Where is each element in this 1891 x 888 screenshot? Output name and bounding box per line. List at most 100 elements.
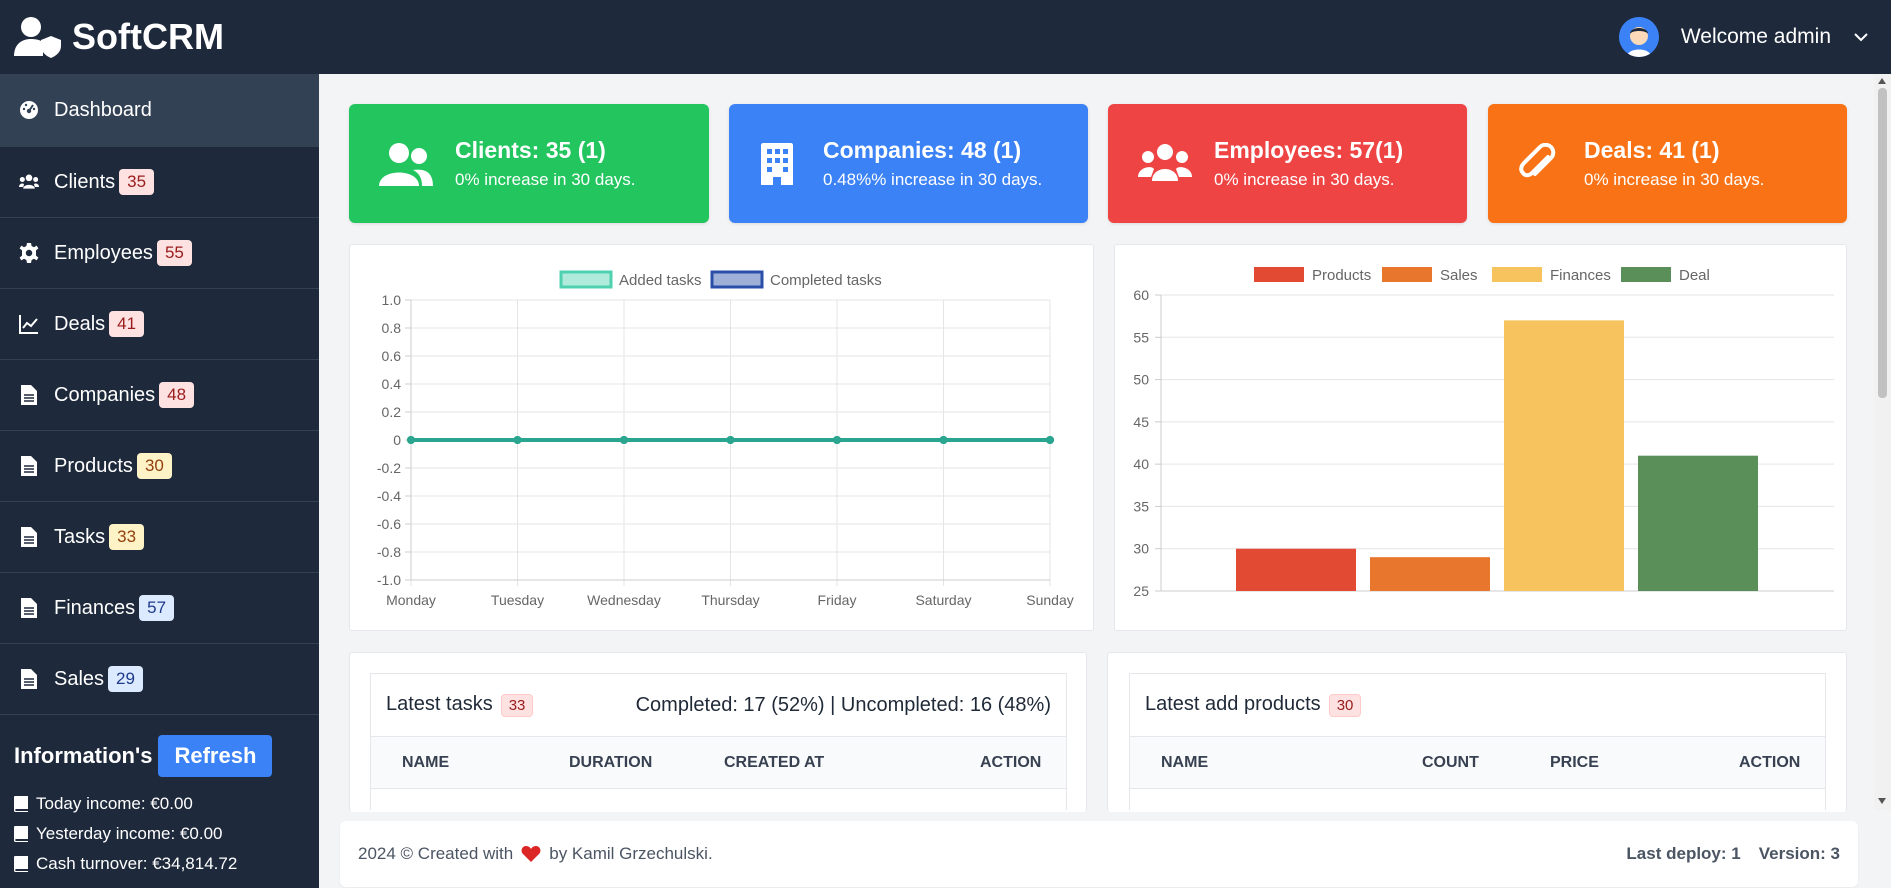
- x-tick-label: Monday: [386, 592, 436, 608]
- column-name[interactable]: NAME: [1161, 754, 1208, 772]
- sidebar-item-label: Deals: [54, 312, 106, 335]
- legend-swatch: [559, 270, 613, 289]
- column-action[interactable]: ACTION: [1739, 754, 1800, 772]
- sidebar-item-tasks[interactable]: Tasks 33: [0, 502, 319, 573]
- user-menu[interactable]: Welcome admin: [1618, 17, 1877, 57]
- employees-card[interactable]: Employees: 57(1) 0% increase in 30 days.: [1108, 104, 1467, 223]
- y-tick-label: -0.6: [377, 516, 401, 532]
- y-tick-label: -0.8: [377, 544, 401, 560]
- users-icon: [377, 138, 435, 190]
- sidebar-item-label: Clients: [54, 170, 116, 193]
- scroll-thumb[interactable]: [1878, 88, 1887, 398]
- legend-swatch: [710, 270, 764, 289]
- y-tick-label: 30: [1133, 541, 1149, 557]
- column-name[interactable]: NAME: [402, 754, 449, 772]
- y-tick-label: 0.8: [382, 320, 402, 336]
- count-badge: 57: [139, 595, 175, 621]
- column-duration[interactable]: DURATION: [569, 754, 652, 772]
- footer-text-suffix: by Kamil Grzechulski.: [549, 844, 713, 863]
- legend-label: Deal: [1679, 267, 1710, 284]
- count-badge: 33: [109, 524, 145, 550]
- book-icon: [14, 826, 28, 842]
- y-tick-label: 50: [1133, 372, 1149, 388]
- sidebar-item-employees[interactable]: Employees 55: [0, 218, 319, 289]
- count-badge: 41: [109, 311, 145, 337]
- brand[interactable]: SoftCRM: [14, 16, 224, 58]
- sidebar-item-companies[interactable]: Companies 48: [0, 360, 319, 431]
- user-shield-icon: [14, 17, 61, 58]
- data-point: [833, 436, 841, 444]
- legend-label: Products: [1312, 267, 1371, 284]
- document-icon: [18, 384, 40, 406]
- building-icon: [757, 138, 797, 190]
- scrollbar[interactable]: [1874, 74, 1891, 810]
- sidebar-item-clients[interactable]: Clients 35: [0, 147, 319, 218]
- heart-icon: [521, 846, 541, 862]
- latest-products-table: Latest add products 30 NAME COUNT PRICE A…: [1129, 673, 1826, 810]
- sidebar-item-deals[interactable]: Deals 41: [0, 289, 319, 360]
- y-tick-label: -0.2: [377, 460, 401, 476]
- legend-label: Sales: [1440, 267, 1478, 284]
- y-tick-label: 0.6: [382, 348, 402, 364]
- count-badge: 35: [119, 169, 155, 195]
- data-point: [620, 436, 628, 444]
- card-title: Employees: 57(1): [1214, 137, 1404, 163]
- x-tick-label: Friday: [818, 592, 857, 608]
- document-icon: [18, 597, 40, 619]
- tasks-line-chart: Added tasks Completed tasks 1.0 0.8 0.6 0.4 0.…: [377, 270, 1074, 608]
- data-point: [726, 436, 735, 444]
- bar-deal: [1638, 455, 1758, 591]
- info-header: Information's Refresh: [0, 715, 319, 777]
- scroll-down-arrow[interactable]: [1878, 798, 1886, 804]
- sidebar-item-products[interactable]: Products 30: [0, 431, 319, 502]
- y-tick-label: 45: [1133, 414, 1149, 430]
- sidebar-item-sales[interactable]: Sales 29: [0, 644, 319, 715]
- scroll-up-arrow[interactable]: [1878, 78, 1886, 84]
- sidebar-item-finances[interactable]: Finances 57: [0, 573, 319, 644]
- latest-tasks-table: Latest tasks 33 Completed: 17 (52%) | Unc…: [370, 673, 1067, 810]
- sidebar-item-label: Employees: [54, 241, 153, 264]
- refresh-button[interactable]: Refresh: [158, 735, 273, 777]
- y-tick-label: -0.4: [377, 488, 401, 504]
- table-title: Latest add products: [1145, 693, 1321, 715]
- legend-swatch: [1382, 267, 1432, 282]
- count-badge: 55: [156, 240, 192, 266]
- info-title: Information's: [14, 743, 153, 768]
- version: Version: 3: [1758, 844, 1840, 863]
- column-action[interactable]: ACTION: [980, 754, 1041, 772]
- column-count[interactable]: COUNT: [1422, 754, 1479, 772]
- avatar[interactable]: [1618, 17, 1659, 57]
- paperclip-icon: [1516, 138, 1560, 190]
- sidebar: Dashboard Clients 35 Employees 55 Deals …: [0, 74, 319, 888]
- legend-swatch: [1492, 267, 1542, 282]
- gear-icon: [18, 242, 40, 264]
- column-created-at[interactable]: CREATED AT: [724, 754, 824, 772]
- document-icon: [18, 526, 40, 548]
- last-deploy: Last deploy: 1: [1626, 844, 1741, 863]
- document-icon: [18, 668, 40, 690]
- document-icon: [18, 455, 40, 477]
- deals-card[interactable]: Deals: 41 (1) 0% increase in 30 days.: [1488, 104, 1847, 223]
- info-line-yesterday: Yesterday income: €0.00: [0, 819, 319, 849]
- legend-swatch: [1621, 267, 1671, 282]
- column-price[interactable]: PRICE: [1550, 754, 1599, 772]
- bar-finances: [1504, 320, 1624, 591]
- chevron-down-icon[interactable]: [1853, 29, 1869, 45]
- count-badge: 30: [1328, 694, 1362, 717]
- clients-card[interactable]: Clients: 35 (1) 0% increase in 30 days.: [349, 104, 709, 223]
- y-tick-label: 35: [1133, 498, 1149, 514]
- sidebar-item-label: Companies: [54, 383, 156, 406]
- sidebar-item-label: Dashboard: [54, 98, 152, 121]
- data-point: [407, 436, 415, 444]
- card-title: Companies: 48 (1): [823, 137, 1022, 163]
- tasks-summary: Completed: 17 (52%) | Uncompleted: 16 (4…: [635, 693, 1051, 716]
- card-title: Deals: 41 (1): [1584, 137, 1720, 163]
- y-tick-label: -1.0: [377, 572, 401, 588]
- count-badge: 33: [500, 694, 534, 717]
- companies-card[interactable]: Companies: 48 (1) 0.48%% increase in 30 …: [729, 104, 1088, 223]
- y-tick-label: 0.2: [382, 404, 402, 420]
- legend-label: Completed tasks: [770, 272, 882, 289]
- sidebar-item-dashboard[interactable]: Dashboard: [0, 74, 319, 147]
- sidebar-item-label: Sales: [54, 667, 105, 690]
- card-subtitle: 0% increase in 30 days.: [455, 170, 636, 189]
